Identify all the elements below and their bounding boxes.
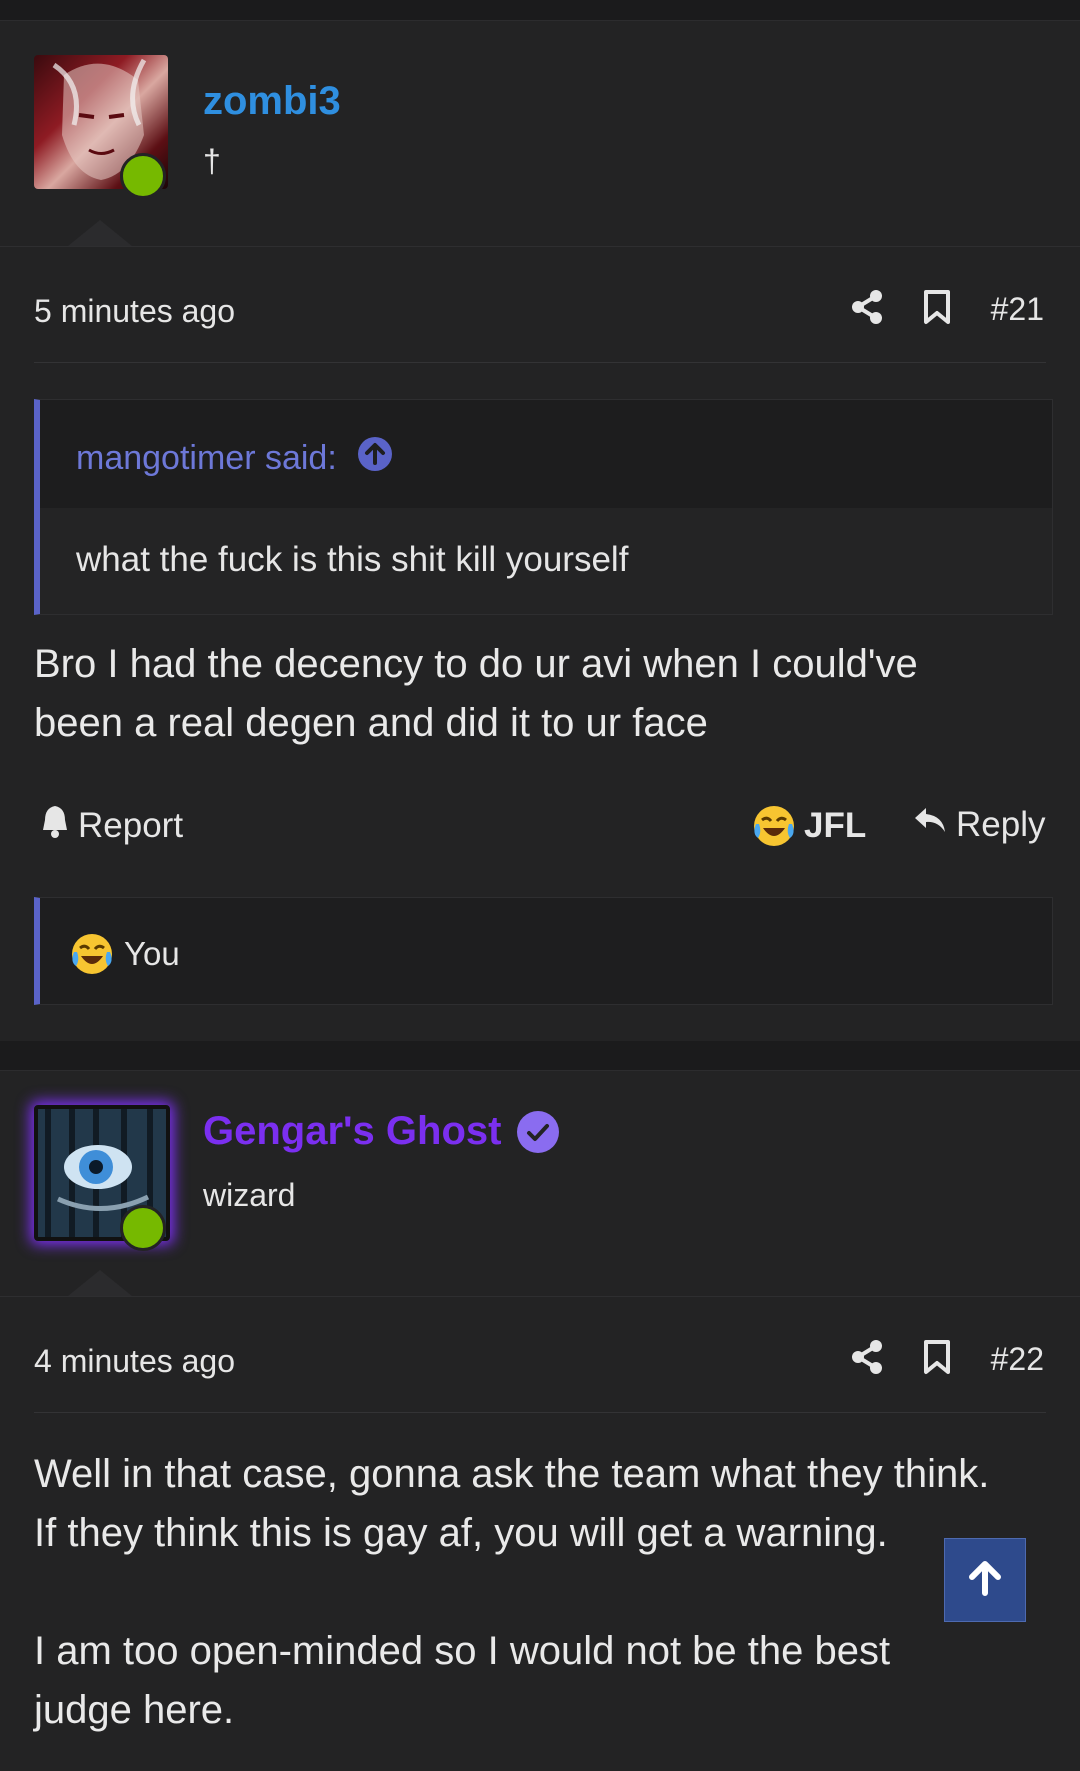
bell-icon — [40, 804, 70, 847]
quote-block: mangotimer said: what the fuck is this s… — [34, 399, 1053, 615]
post-actions: Report JFL Reply — [34, 798, 1046, 858]
scroll-to-top-button[interactable] — [944, 1538, 1026, 1622]
message-line: I am too open-minded so I would not be t… — [34, 1629, 891, 1673]
post-meta: 5 minutes ago #21 — [34, 283, 1044, 343]
bookmark-icon[interactable] — [923, 1339, 951, 1380]
post-user-header: Gengar's Ghost wizard — [0, 1071, 1080, 1297]
arrow-up-icon — [967, 1559, 1003, 1602]
reply-button[interactable]: Reply — [912, 804, 1045, 845]
message-line: been a real degen and did it to ur face — [34, 701, 708, 745]
laughing-crying-emoji — [70, 932, 114, 976]
share-icon[interactable] — [851, 1340, 883, 1379]
bookmark-icon[interactable] — [923, 289, 951, 330]
post-meta: 4 minutes ago #22 — [34, 1333, 1044, 1393]
post-message: Well in that case, gonna ask the team wh… — [34, 1445, 1044, 1740]
reaction-user[interactable]: You — [124, 935, 180, 973]
post-21: zombi3 † 5 minutes ago #21 mangotimer sa… — [0, 20, 1080, 1041]
post-time[interactable]: 4 minutes ago — [34, 1343, 235, 1380]
message-line: Bro I had the decency to do ur avi when … — [34, 642, 918, 686]
post-user-header: zombi3 † — [0, 21, 1080, 247]
online-indicator — [120, 1205, 166, 1251]
post-message: Bro I had the decency to do ur avi when … — [34, 635, 1044, 753]
share-icon[interactable] — [851, 290, 883, 329]
divider — [34, 1412, 1046, 1413]
post-number[interactable]: #21 — [991, 291, 1044, 328]
divider — [34, 362, 1046, 363]
username[interactable]: zombi3 — [203, 79, 341, 124]
reply-icon — [912, 804, 948, 845]
username[interactable]: Gengar's Ghost — [203, 1109, 560, 1154]
reply-label: Reply — [956, 804, 1046, 844]
verified-badge-icon — [517, 1110, 560, 1153]
header-caret — [68, 1270, 132, 1296]
arrow-up-circle-icon[interactable] — [357, 436, 393, 481]
reaction-label: JFL — [804, 806, 867, 845]
header-caret — [68, 220, 132, 246]
post-number[interactable]: #22 — [991, 1341, 1044, 1378]
message-line: judge here. — [34, 1688, 235, 1732]
reaction-button[interactable]: JFL — [752, 804, 866, 848]
quote-text: what the fuck is this shit kill yourself — [76, 540, 629, 579]
post-time[interactable]: 5 minutes ago — [34, 293, 235, 330]
quote-author[interactable]: mangotimer said: — [76, 439, 337, 478]
quote-author-link[interactable]: mangotimer said: — [76, 436, 393, 481]
laughing-crying-emoji — [752, 804, 796, 848]
message-line: Well in that case, gonna ask the team wh… — [34, 1452, 990, 1496]
message-line: If they think this is gay af, you will g… — [34, 1511, 888, 1555]
post-22: Gengar's Ghost wizard 4 minutes ago #22 … — [0, 1070, 1080, 1771]
report-button[interactable]: Report — [40, 804, 183, 847]
user-title: wizard — [203, 1177, 296, 1213]
online-indicator — [120, 153, 166, 199]
reactions-summary[interactable]: You — [34, 897, 1053, 1005]
username-label[interactable]: Gengar's Ghost — [203, 1109, 501, 1154]
user-title: † — [203, 143, 221, 179]
report-label: Report — [78, 805, 184, 845]
